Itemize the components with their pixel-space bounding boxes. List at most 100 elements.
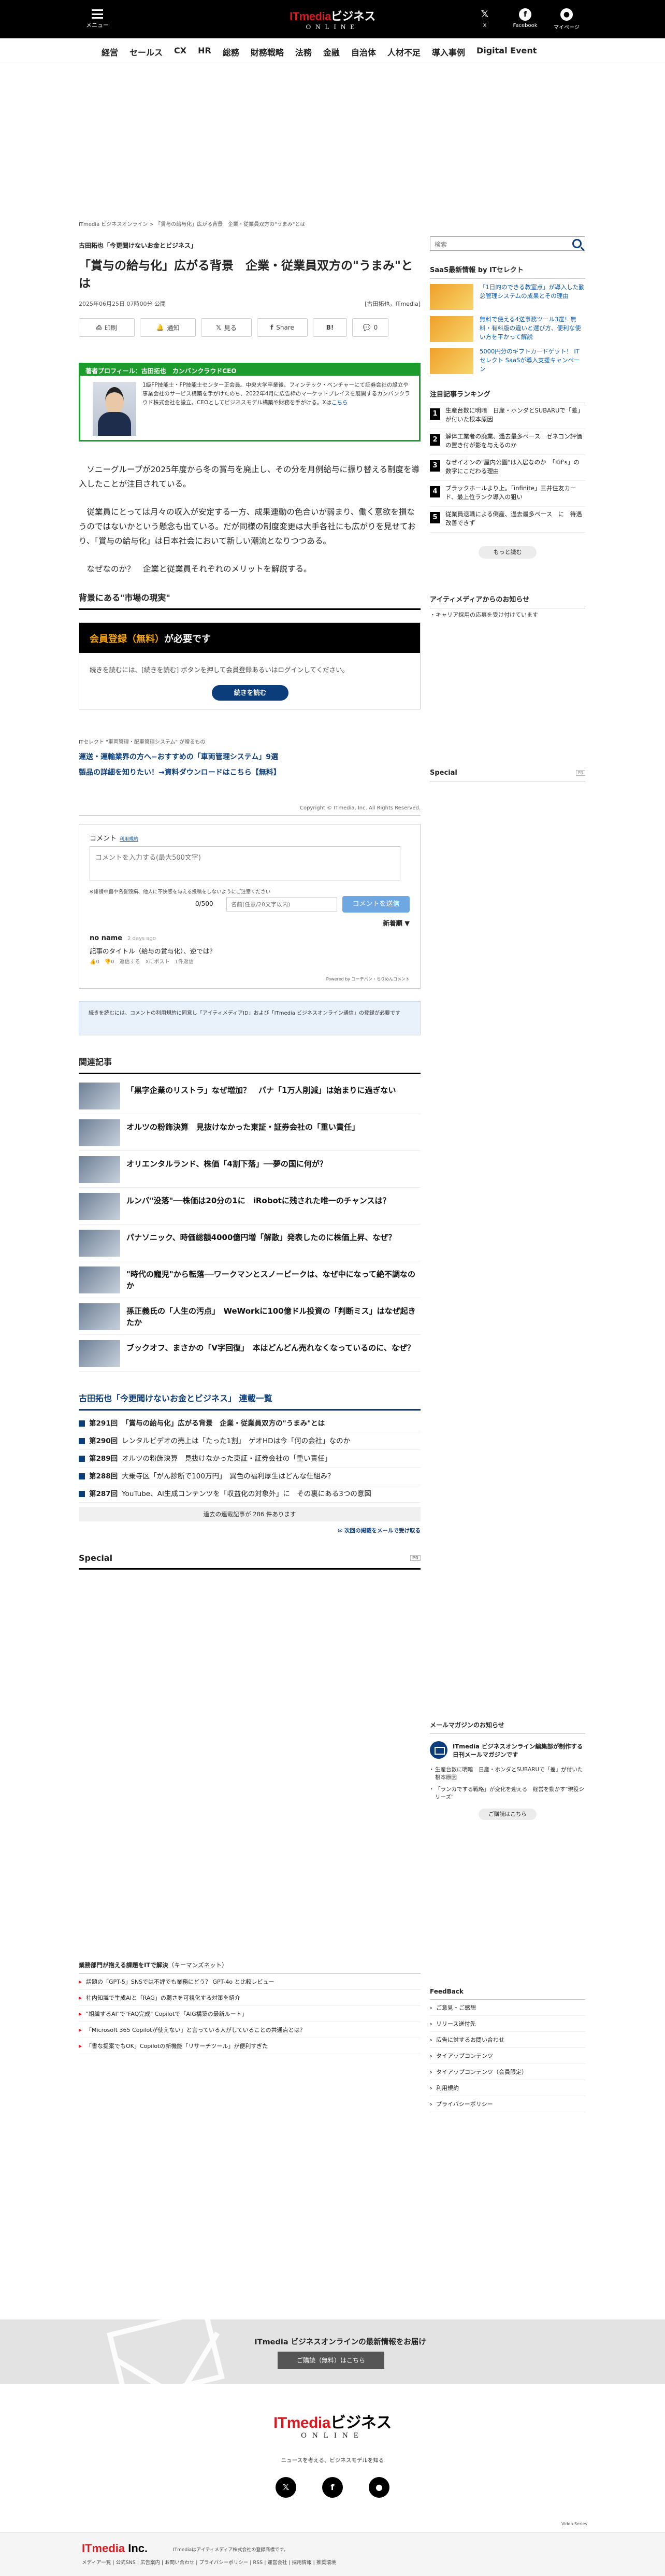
facebook-icon[interactable]: f <box>322 2477 343 2498</box>
related-thumbnail <box>79 1303 120 1330</box>
ranking-item[interactable]: 5 従業員退職による倒産、過去最多ペース に 待遇改善できず <box>430 508 585 533</box>
newsletter-button[interactable]: ご購読（無料）はこちら <box>278 2352 384 2369</box>
nickname-input[interactable] <box>226 897 337 912</box>
keyman-item[interactable]: 社内知識で生成AIと「RAG」の弱さを可視化する対策を紹介 <box>79 1990 421 2006</box>
related-item[interactable]: パナソニック、時価総額4000億円増「解散」発表したのに株価上昇、なぜ？ <box>79 1225 421 1261</box>
series-item[interactable]: 第290回 レンタルビデオの売上は「たった1割」 ゲオHDは今「何の会社」なのか <box>79 1432 421 1450</box>
feedback-item[interactable]: タイアップコンテンツ（会員限定） <box>430 2064 585 2080</box>
nav-item[interactable]: HR <box>198 46 211 58</box>
keyman-item[interactable]: 「書な提案でもOK」Copilotの新機能「リサーチツール」が便利すぎた <box>79 2038 421 2054</box>
series-item[interactable]: 第288回 大乗寺区「がん診断で100万円」 異色の福利厚生はどんな仕組み？ <box>79 1468 421 1485</box>
mypage-link[interactable]: ● マイページ <box>552 8 581 31</box>
share-button[interactable]: 𝕏 見る <box>201 318 252 337</box>
related-item[interactable]: ブックオフ、まさかの「V字回復」 本はどんどん売れなくなっているのに、なぜ？ <box>79 1335 421 1372</box>
share-button[interactable]: 💬 0 <box>352 318 388 337</box>
ranking-item[interactable]: 1 生産台数に明暗 日産・ホンダとSUBARUで「差」が付いた根本原因 <box>430 404 585 429</box>
select-item[interactable]: 無料で使える4送事務ツール3選！無料・有料版の違いと選び方、便利な使い方を平かっ… <box>430 315 585 343</box>
series-title: レンタルビデオの売上は「たった1割」 ゲオHDは今「何の会社」なのか <box>122 1436 351 1445</box>
nav-item[interactable]: 人材不足 <box>387 46 421 58</box>
ranking-item[interactable]: 2 解体工業者の廃業、過去最多ペース ゼネコン評価の置き付が影を与えるのか <box>430 430 585 455</box>
mailmag-item[interactable]: 生産台数に明暗 日産・ホンダとSUBARUで「差」が付いた根本原因 <box>429 1766 585 1782</box>
nav-item[interactable]: 金融 <box>323 46 340 58</box>
related-item[interactable]: 「黒字企業のリストラ」なぜ増加？ パナ「1万人削減」は始まりに過ぎない <box>79 1077 421 1114</box>
read-more-button[interactable]: 続きを読む <box>212 685 288 701</box>
breadcrumb[interactable]: ITmedia ビジネスオンライン > 「賃与の給与化」広がる背景 企業・従業員… <box>79 220 421 227</box>
feedback-item[interactable]: 広告に対するお問い合わせ <box>430 2032 585 2048</box>
comment-input[interactable] <box>90 846 400 880</box>
feedback-item[interactable]: ご意見・ご感想 <box>430 2000 585 2016</box>
site-logo[interactable]: ITmediaビジネス ONLINE <box>288 7 377 31</box>
mailmag-item[interactable]: 「ランカでする戦略」が変化を迎える 経営を動かす"現役シリーズ" <box>429 1786 585 1801</box>
ranking-more-button[interactable]: もっと読む <box>479 546 537 559</box>
share-button[interactable]: B! <box>313 318 347 337</box>
nav-item[interactable]: セールス <box>129 46 163 58</box>
select-heading: SaaS最新情報 by ITセレクト <box>430 264 585 279</box>
nav-item[interactable]: 自治体 <box>351 46 376 58</box>
ranking-item[interactable]: 4 ブラックホールより上。「infinite」三井住友カード、最上位ランク導入の狙… <box>430 482 585 507</box>
x-link[interactable]: 𝕏 X <box>470 8 499 29</box>
video-series-link[interactable]: Video Series <box>561 2522 587 2526</box>
series-tag[interactable]: 古田拓也「今更聞けないお金とビジネス」 <box>79 241 421 250</box>
search-box[interactable]: 検索 <box>430 236 585 251</box>
related-item[interactable]: オルツの粉飾決算 見抜けなかった東証・証券会社の「重い責任」 <box>79 1114 421 1151</box>
nav-item[interactable]: 総務 <box>223 46 239 58</box>
paywall-text: 続きを読むには、[続きを読む] ボタンを押して会員登録あるいはログインしてくださ… <box>90 666 349 674</box>
series-item[interactable]: 第287回 YouTube、AI生成コンテンツを「収益化の対象外」に その裏にある… <box>79 1485 421 1503</box>
submit-comment-button[interactable]: コメントを送信 <box>342 896 410 913</box>
mailmag-subscribe-button[interactable]: ご購読はこちら <box>479 1809 537 1820</box>
promo-link[interactable]: 運送・運輸業界の方へ−おすすめの「車両管理システム」9選 <box>79 751 421 762</box>
related-title: パナソニック、時価総額4000億円増「解散」発表したのに株価上昇、なぜ？ <box>126 1233 396 1242</box>
comment-actions[interactable]: 👍0 👎0 返信する Xにポスト 1件返信 <box>90 957 194 965</box>
nav-item[interactable]: 財務戦略 <box>251 46 284 58</box>
notice-item[interactable]: ・キャリア採用の応募を受け付けています <box>430 610 585 619</box>
series-number: 第289回 <box>89 1454 118 1463</box>
related-title: ブックオフ、まさかの「V字回復」 本はどんどん売れなくなっているのに、なぜ？ <box>126 1343 415 1353</box>
related-item[interactable]: オリエンタルランド、株価「4割下落」──夢の国に何が？ <box>79 1151 421 1188</box>
select-item[interactable]: 「1日的のできる教室点」が導入した勤怠管理システムの成果とその理由 <box>430 283 585 311</box>
feedback-item[interactable]: プライバシーポリシー <box>430 2096 585 2112</box>
footer-links[interactable]: メディア一覧 | 公式SNS | 広告案内 | お問い合わせ | プライバシーポ… <box>82 2558 336 2566</box>
share-button[interactable]: f Share <box>257 318 308 337</box>
related-item[interactable]: 孫正義氏の「人生の汚点」 WeWorkに100億ドル投資の「判断ミス」はなぜ起き… <box>79 1298 421 1335</box>
related-item[interactable]: "時代の寵児"から転落──ワークマンとスノーピークは、なぜ中になって絶不調なのか <box>79 1261 421 1298</box>
facebook-link[interactable]: f Facebook <box>511 8 540 29</box>
corp-logo[interactable]: ITmedia Inc. <box>82 2542 148 2555</box>
feedback-item[interactable]: タイアップコンテンツ <box>430 2048 585 2064</box>
footer-logo[interactable]: ITmediaビジネス ONLINE <box>270 2410 395 2441</box>
envelope-icon <box>107 2319 225 2384</box>
profile-more-link[interactable]: こちら <box>331 400 348 406</box>
feedback-item[interactable]: 利用規約 <box>430 2080 585 2096</box>
keyman-item[interactable]: 話題の「GPT-5」SNSでは不評でも業務にどう？ GPT-4o と比較レビュー <box>79 1974 421 1990</box>
series-more-button[interactable]: 過去の連載記事が 286 件あります <box>79 1507 421 1521</box>
select-item[interactable]: 5000円分のギフトカードゲット！ ITセレクト SaaSが導入支援キャンペーン <box>430 347 585 375</box>
nav-item[interactable]: 法務 <box>295 46 312 58</box>
keyman-item[interactable]: "組織するAI"で"FAQ完成" Copilotで「AIG構築の最新ルート」 <box>79 2006 421 2022</box>
nav-item[interactable]: CX <box>174 46 186 58</box>
print-icon: ⎙ <box>96 323 102 331</box>
series-item[interactable]: 第291回 「賞与の給与化」広がる背景 企業・従業員双方の"うまみ"とは <box>79 1415 421 1432</box>
promo-download-link[interactable]: 製品の詳細を知りたい！→資料ダウンロードはこちら【無料】 <box>79 767 421 777</box>
nav-item[interactable]: Digital Event <box>476 46 537 58</box>
related-item[interactable]: ルンバ"没落"──株価は20分の1に iRobotに残された唯一のチャンスは？ <box>79 1188 421 1225</box>
x-icon[interactable]: 𝕏 <box>276 2477 296 2498</box>
menu-button[interactable]: メニュー <box>86 9 109 29</box>
ranking-item[interactable]: 3 なぜイオンの"屋内公園"は入居なのか 「Kif's」の数字にこだわる理由 <box>430 456 585 481</box>
share-button[interactable]: ⎙ 印刷 <box>79 318 135 337</box>
user-icon[interactable]: ● <box>369 2477 389 2498</box>
share-button[interactable]: 🔔 通知 <box>140 318 196 337</box>
series-mail-link[interactable]: ✉ 次回の掲載をメールで受け取る <box>79 1527 421 1534</box>
related-title: "時代の寵児"から転落──ワークマンとスノーピークは、なぜ中になって絶不調なのか <box>126 1270 415 1290</box>
search-icon[interactable] <box>572 239 582 248</box>
sort-select[interactable]: 新着順 ▼ <box>383 918 410 928</box>
feedback-item[interactable]: リリース送付先 <box>430 2016 585 2032</box>
nav-item[interactable]: 導入事例 <box>432 46 465 58</box>
author[interactable]: [古田拓也，ITmedia] <box>365 300 421 308</box>
series-item[interactable]: 第289回 オルツの粉飾決算 見抜けなかった東証・証券会社の「重い責任」 <box>79 1450 421 1468</box>
nav-item[interactable]: 経営 <box>102 46 118 58</box>
keyman-item[interactable]: 「Microsoft 365 Copilotが使えない」と言っている人がしている… <box>79 2022 421 2038</box>
keyman-list: 話題の「GPT-5」SNSでは不評でも業務にどう？ GPT-4o と比較レビュー… <box>79 1974 421 2054</box>
paywall-heading-rest: が必要です <box>164 634 211 645</box>
related-title: オルツの粉飾決算 見抜けなかった東証・証券会社の「重い責任」 <box>126 1122 360 1132</box>
comment-rules-link[interactable]: 利用規約 <box>120 837 138 842</box>
series-heading[interactable]: 古田拓也「今更聞けないお金とビジネス」 連載一覧 <box>79 1391 421 1411</box>
